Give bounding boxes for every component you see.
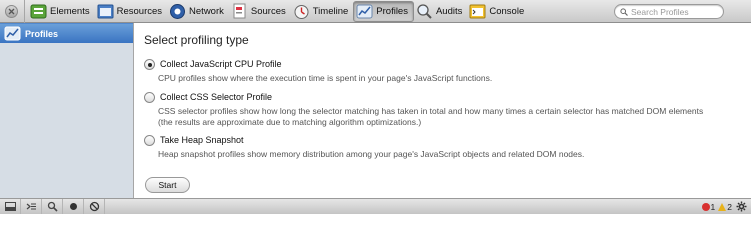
sources-icon — [231, 3, 248, 20]
option-description-line: CSS selector profiles show how long the … — [158, 106, 704, 116]
profiles-panel: Select profiling type Collect JavaScript… — [135, 23, 751, 198]
network-icon — [169, 3, 186, 20]
record-icon — [69, 203, 77, 210]
sidebar-item-profiles[interactable]: Profiles — [0, 23, 133, 43]
warning-icon — [718, 203, 727, 211]
tab-timeline[interactable]: Timeline — [291, 1, 354, 22]
radio-heap-snapshot[interactable] — [144, 134, 155, 146]
tab-label: Console — [489, 5, 525, 17]
radio-css-selector-profile[interactable] — [144, 91, 155, 103]
dock-button[interactable] — [0, 199, 21, 214]
tab-label: Timeline — [312, 5, 349, 17]
search-icon — [620, 7, 628, 16]
sidebar: Profiles — [0, 23, 134, 198]
error-count: 1 — [710, 202, 716, 212]
elements-icon — [30, 3, 47, 20]
tab-label: Resources — [116, 5, 163, 17]
tab-profiles[interactable]: Profiles — [353, 0, 414, 22]
option-title: Collect JavaScript CPU Profile — [160, 59, 282, 69]
toolbar-divider — [24, 0, 25, 23]
sidebar-item-label: Profiles — [25, 28, 59, 39]
option-cpu-profile[interactable]: Collect JavaScript CPU Profile CPU profi… — [144, 58, 492, 84]
profiles-icon — [356, 3, 373, 20]
inspect-button[interactable] — [42, 199, 63, 214]
console-icon — [469, 3, 486, 20]
option-heap-snapshot[interactable]: Take Heap Snapshot Heap snapshot profile… — [144, 134, 584, 160]
tab-label: Profiles — [376, 5, 408, 17]
error-icon — [701, 203, 710, 211]
tab-sources[interactable]: Sources — [229, 1, 291, 22]
magnifier-icon — [47, 201, 58, 212]
record-button[interactable] — [63, 199, 84, 214]
audits-icon — [416, 3, 433, 20]
gear-icon[interactable] — [732, 201, 747, 214]
dock-icon — [4, 202, 16, 211]
tab-label: Audits — [435, 5, 463, 17]
option-description: Heap snapshot profiles show memory distr… — [158, 149, 585, 159]
start-button[interactable]: Start — [145, 177, 190, 193]
tab-label: Elements — [50, 5, 90, 17]
option-description: CSS selector profiles show how long the … — [158, 106, 703, 128]
option-title: Take Heap Snapshot — [160, 135, 244, 145]
option-title: Collect CSS Selector Profile — [160, 92, 273, 102]
console-prompt-icon — [26, 203, 36, 210]
radio-cpu-profile[interactable] — [144, 58, 155, 70]
search-box[interactable] — [614, 4, 724, 19]
tab-resources[interactable]: Resources — [95, 1, 167, 22]
option-description-line: (the results are approximate due to matc… — [158, 117, 422, 127]
close-icon[interactable] — [5, 4, 18, 18]
tab-audits[interactable]: Audits — [414, 1, 467, 22]
tab-label: Sources — [250, 5, 286, 17]
option-description: CPU profiles show where the execution ti… — [158, 73, 493, 83]
clear-button[interactable] — [84, 199, 105, 214]
timeline-icon — [293, 3, 310, 20]
tab-network[interactable]: Network — [167, 1, 229, 22]
error-warning-counter[interactable]: 1 2 — [701, 200, 747, 214]
option-css-selector-profile[interactable]: Collect CSS Selector Profile CSS selecto… — [144, 91, 703, 128]
tab-console[interactable]: Console — [467, 1, 529, 22]
tab-elements[interactable]: Elements — [28, 1, 95, 22]
profiles-icon — [4, 25, 21, 42]
console-drawer-button[interactable] — [21, 199, 42, 214]
search-input[interactable] — [631, 6, 721, 17]
resources-icon — [97, 3, 114, 20]
toolbar: Elements Resources Network Sources Timel… — [0, 0, 751, 23]
page-title: Select profiling type — [144, 33, 249, 47]
tab-label: Network — [189, 5, 224, 17]
status-bar: 1 2 — [0, 198, 751, 214]
clear-icon — [89, 201, 99, 212]
